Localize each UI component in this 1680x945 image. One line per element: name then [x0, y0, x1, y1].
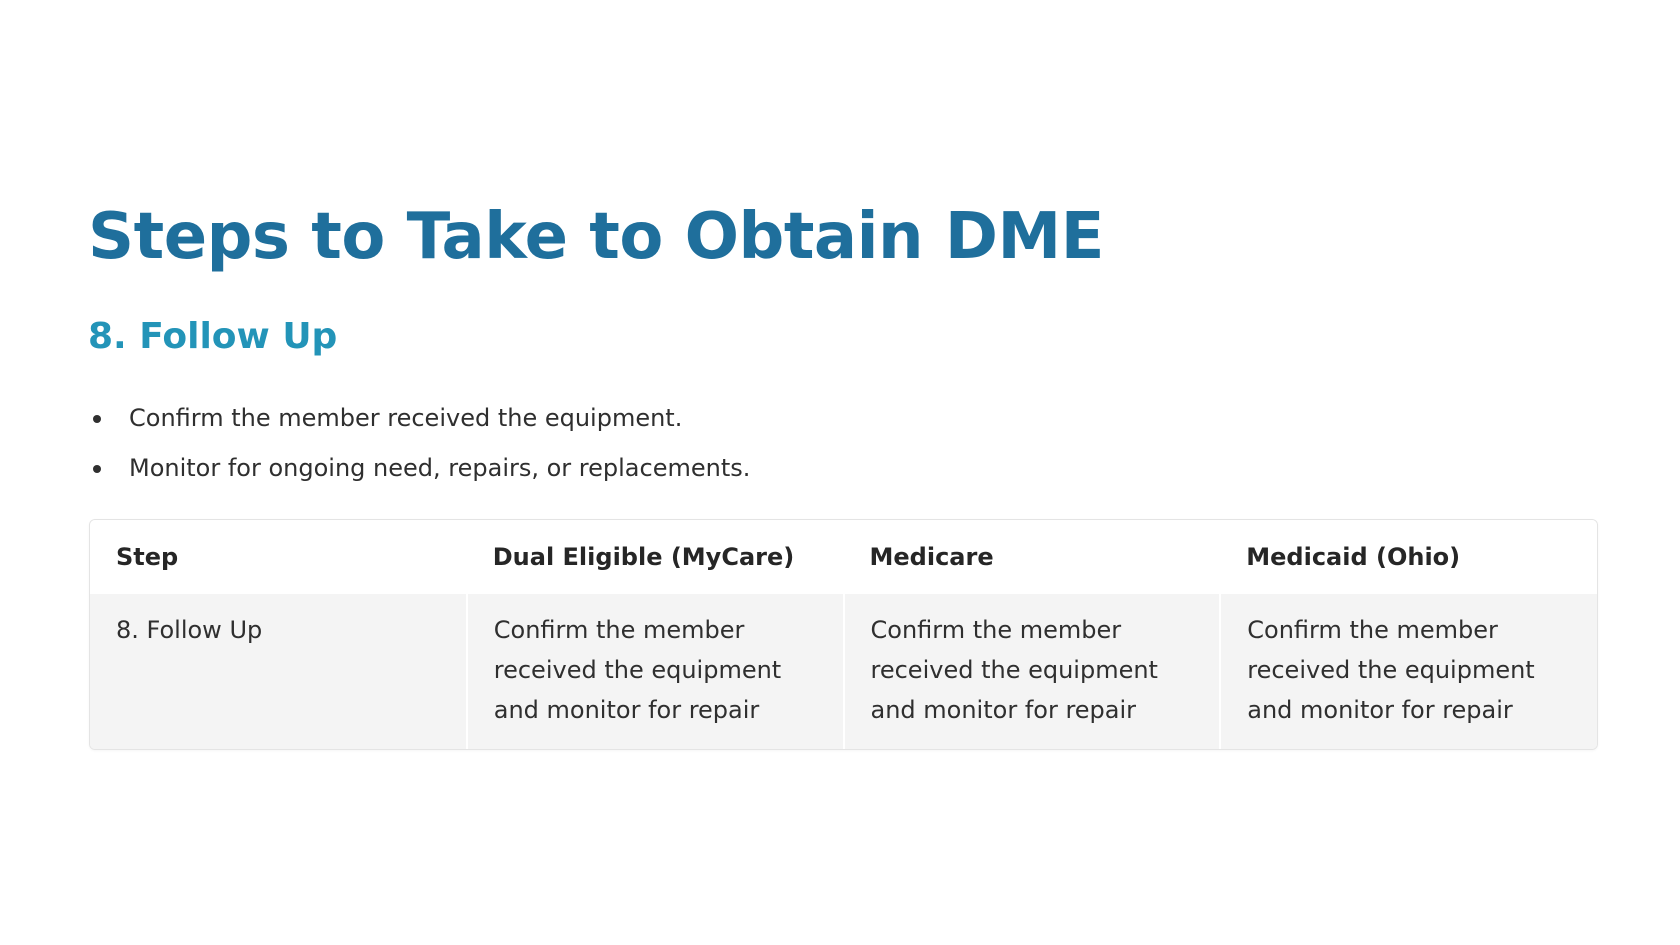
page-title: Steps to Take to Obtain DME [88, 200, 1104, 274]
bullet-item: Confirm the member received the equipmen… [88, 398, 750, 448]
table-cell-medicare: Confirm the member received the equipmen… [842, 594, 1221, 749]
table-cell-step: 8. Follow Up [90, 594, 467, 749]
bullet-list: Confirm the member received the equipmen… [88, 398, 750, 498]
column-header-dual-eligible: Dual Eligible (MyCare) [466, 520, 844, 594]
section-subtitle: 8. Follow Up [88, 316, 338, 357]
bullet-text: Confirm the member received the equipmen… [129, 404, 683, 432]
comparison-table: Step Dual Eligible (MyCare) Medicare Med… [89, 519, 1598, 750]
table-cell-dual-eligible: Confirm the member received the equipmen… [465, 594, 844, 749]
bullet-dot-icon [93, 465, 101, 473]
bullet-item: Monitor for ongoing need, repairs, or re… [88, 448, 750, 498]
slide: Steps to Take to Obtain DME 8. Follow Up… [0, 0, 1680, 945]
column-header-medicaid: Medicaid (Ohio) [1220, 520, 1597, 594]
column-header-step: Step [90, 520, 467, 594]
table-row: 8. Follow Up Confirm the member received… [90, 594, 1597, 749]
table-cell-medicaid: Confirm the member received the equipmen… [1219, 594, 1597, 749]
bullet-dot-icon [93, 415, 101, 423]
bullet-text: Monitor for ongoing need, repairs, or re… [129, 454, 751, 482]
column-header-medicare: Medicare [843, 520, 1221, 594]
table-header-row: Step Dual Eligible (MyCare) Medicare Med… [90, 520, 1597, 594]
